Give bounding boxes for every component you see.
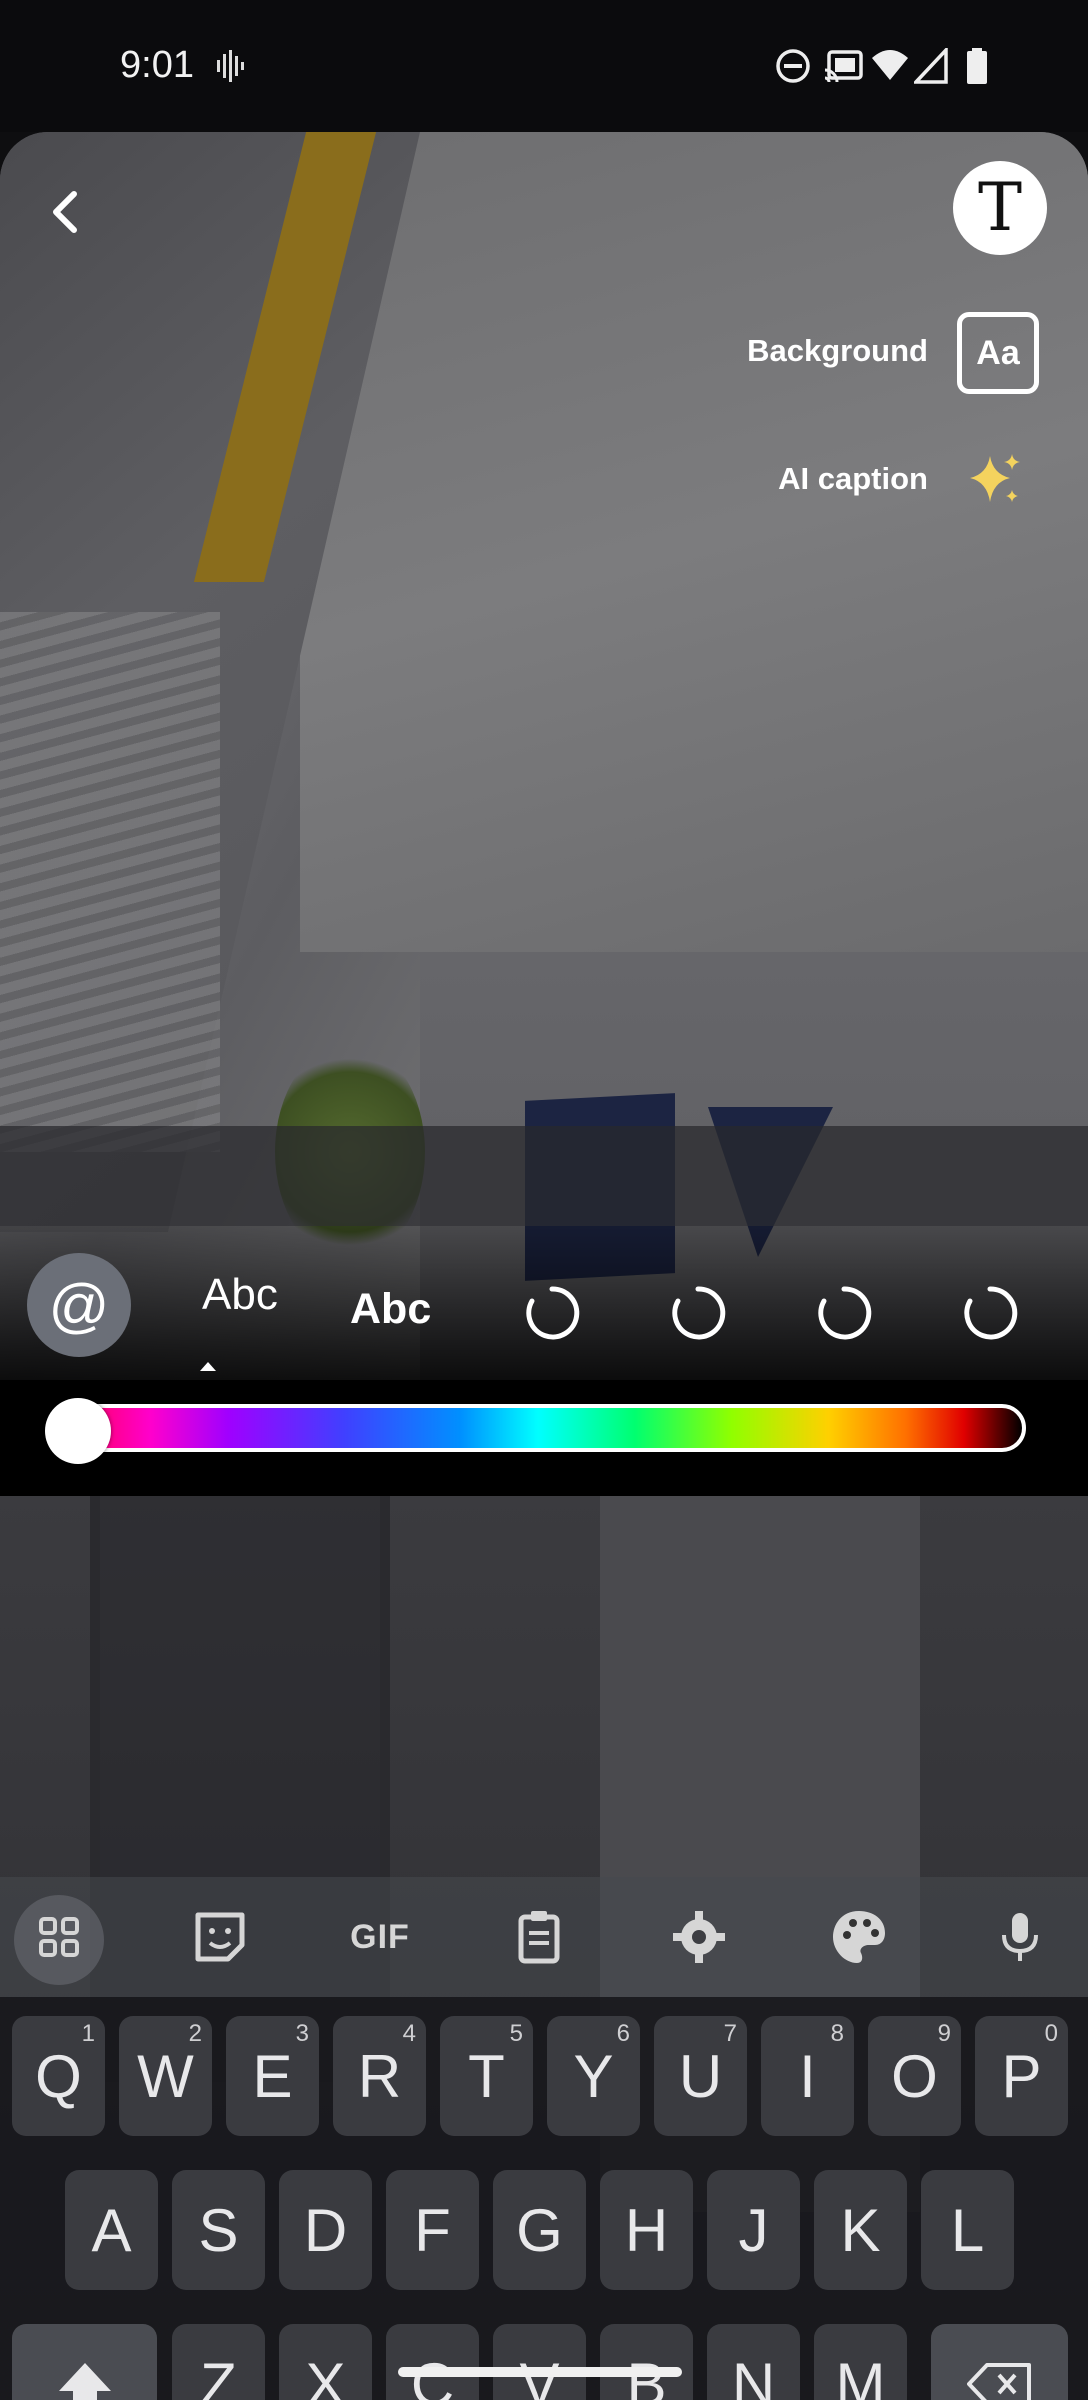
key-r[interactable]: R4 <box>333 2016 426 2136</box>
key-w[interactable]: W2 <box>119 2016 212 2136</box>
cellular-signal-icon <box>914 48 948 84</box>
key-s[interactable]: S <box>172 2170 265 2290</box>
shift-arrow-icon <box>58 2363 111 2400</box>
sticker-icon[interactable] <box>188 1905 252 1969</box>
key-e[interactable]: E3 <box>226 2016 319 2136</box>
key-h[interactable]: H <box>600 2170 693 2290</box>
key-k[interactable]: K <box>814 2170 907 2290</box>
ai-caption-label[interactable]: AI caption <box>778 461 928 497</box>
background-button[interactable]: Aa <box>957 312 1039 394</box>
microphone-icon[interactable] <box>988 1905 1052 1969</box>
apps-grid-icon <box>39 1917 79 1957</box>
settings-gear-icon[interactable] <box>667 1905 731 1969</box>
status-time: 9:01 <box>120 44 194 86</box>
loading-style-icon[interactable] <box>960 1283 1020 1343</box>
key-f[interactable]: F <box>386 2170 479 2290</box>
clipboard-icon[interactable] <box>507 1905 571 1969</box>
key-u[interactable]: U7 <box>654 2016 747 2136</box>
text-style-bold[interactable]: Abc <box>350 1285 431 1334</box>
selected-style-indicator <box>200 1362 216 1371</box>
caption-text-band[interactable] <box>0 1126 1088 1226</box>
key-v[interactable]: V <box>493 2324 586 2400</box>
loading-style-icon[interactable] <box>522 1283 582 1343</box>
loading-style-icon[interactable] <box>814 1283 874 1343</box>
color-slider-track[interactable] <box>50 1404 1026 1452</box>
loading-style-icon[interactable] <box>668 1283 728 1343</box>
key-c[interactable]: C <box>386 2324 479 2400</box>
shift-key[interactable] <box>12 2324 157 2400</box>
key-l[interactable]: L <box>921 2170 1014 2290</box>
mention-button[interactable]: @ <box>27 1253 131 1357</box>
key-d[interactable]: D <box>279 2170 372 2290</box>
do-not-disturb-icon <box>776 49 810 83</box>
key-j[interactable]: J <box>707 2170 800 2290</box>
wifi-icon <box>872 50 908 80</box>
text-tool-button[interactable]: T <box>953 161 1047 255</box>
gesture-navigation-bar[interactable] <box>398 2367 682 2377</box>
battery-icon <box>967 48 987 84</box>
backspace-icon <box>966 2363 1031 2400</box>
key-o[interactable]: O9 <box>868 2016 961 2136</box>
cast-icon <box>824 50 863 83</box>
key-y[interactable]: Y6 <box>547 2016 640 2136</box>
audio-waveform-icon <box>217 50 244 82</box>
key-p[interactable]: P0 <box>975 2016 1068 2136</box>
key-b[interactable]: B <box>600 2324 693 2400</box>
color-slider-thumb[interactable] <box>45 1398 111 1464</box>
scene-window-blinds <box>0 612 220 1152</box>
sparkle-icon[interactable] <box>966 450 1024 508</box>
key-z[interactable]: Z <box>172 2324 265 2400</box>
text-tool-icon: T <box>977 169 1023 246</box>
key-q[interactable]: Q1 <box>12 2016 105 2136</box>
gif-button[interactable]: GIF <box>340 1905 420 1969</box>
palette-icon[interactable] <box>827 1905 891 1969</box>
text-style-regular[interactable]: Abc <box>202 1270 278 1320</box>
key-i[interactable]: I8 <box>761 2016 854 2136</box>
key-t[interactable]: T5 <box>440 2016 533 2136</box>
key-g[interactable]: G <box>493 2170 586 2290</box>
key-m[interactable]: M <box>814 2324 907 2400</box>
back-arrow-icon[interactable] <box>36 182 96 242</box>
key-x[interactable]: X <box>279 2324 372 2400</box>
key-a[interactable]: A <box>65 2170 158 2290</box>
status-bar: 9:01 <box>0 0 1088 132</box>
background-label[interactable]: Background <box>747 333 928 369</box>
key-n[interactable]: N <box>707 2324 800 2400</box>
backspace-key[interactable] <box>931 2324 1068 2400</box>
scene-ceiling <box>300 132 1088 952</box>
